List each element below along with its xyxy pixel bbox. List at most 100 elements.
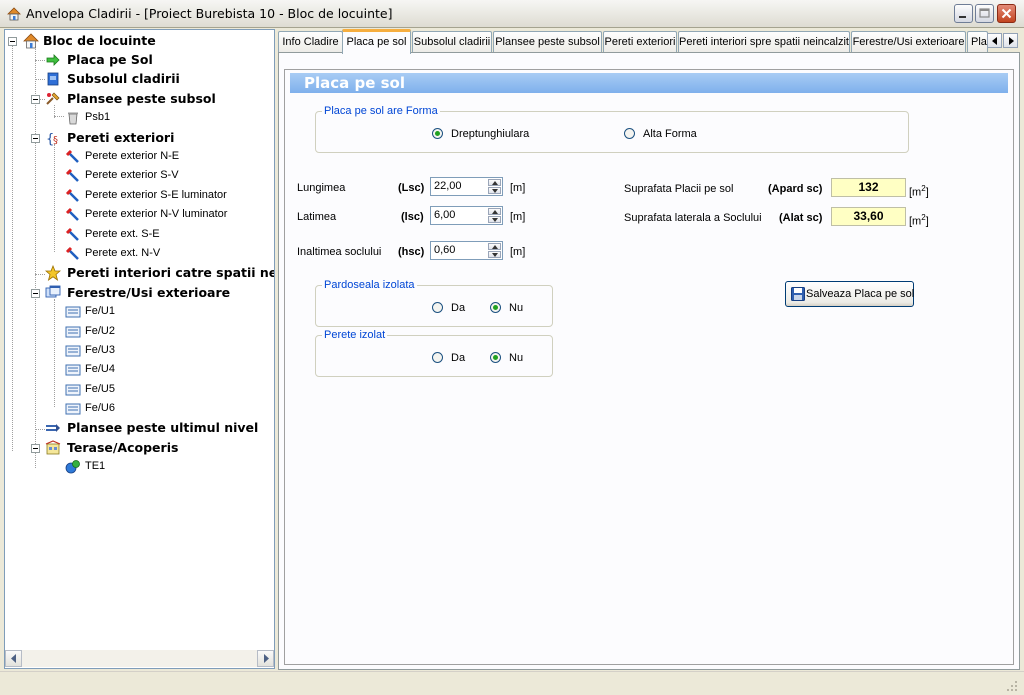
chevron-right-icon (264, 654, 269, 663)
lungime-unit: [m] (510, 182, 526, 194)
tab-pereti-exteriori[interactable]: Pereti exteriori (603, 31, 677, 53)
svg-text:§: § (53, 135, 58, 146)
floppy-disk-icon (791, 287, 805, 301)
pardoseala-group: Pardoseala izolata Da Nu (315, 278, 553, 327)
window-pane-icon (65, 364, 81, 376)
collapse-toggle[interactable] (8, 37, 17, 46)
chevron-up-icon (492, 210, 498, 214)
latime-symbol: (lsc) (401, 211, 424, 223)
window-pane-icon (65, 306, 81, 318)
window-icon (45, 285, 61, 298)
tree-horizontal-scrollbar[interactable] (5, 650, 274, 667)
maximize-button[interactable] (975, 4, 994, 23)
lungime-input[interactable]: 22,00 (430, 177, 503, 196)
chevron-left-icon (992, 37, 997, 45)
tab-ferestre-usi[interactable]: Ferestre/Usi exterioare (851, 31, 966, 53)
spin-down-button[interactable] (488, 251, 501, 258)
tab-plansee-peste-subsol[interactable]: Plansee peste subsol (493, 31, 602, 53)
window-pane-icon (65, 326, 81, 338)
suprafata-value: 132 (831, 178, 906, 197)
roof-floor-icon (46, 424, 60, 432)
perete-izolat-group-title: Perete izolat (322, 328, 388, 342)
tab-partial[interactable]: Pla (967, 31, 988, 53)
inaltime-input[interactable]: 0,60 (430, 241, 503, 260)
scroll-right-button[interactable] (257, 650, 274, 667)
radio-circle-selected[interactable] (490, 352, 501, 363)
wall-tool-icon (65, 246, 79, 260)
tab-pereti-interiori[interactable]: Pereti interiori spre spatii neincalzite (678, 31, 850, 53)
latime-label: Latimea (297, 211, 337, 223)
house-icon (7, 7, 21, 21)
suprafata-label: Suprafata Placii pe sol (624, 183, 734, 195)
collapse-toggle[interactable] (31, 134, 40, 143)
chevron-right-icon (1009, 37, 1014, 45)
tab-placa-pe-sol[interactable]: Placa pe sol (342, 29, 411, 54)
lungime-label: Lungimea (297, 182, 346, 194)
spin-down-button[interactable] (488, 216, 501, 223)
wall-tool-icon (65, 188, 79, 202)
chevron-up-icon (492, 245, 498, 249)
tab-info-cladire[interactable]: Info Cladire (278, 31, 343, 53)
spin-up-button[interactable] (488, 208, 501, 215)
spin-up-button[interactable] (488, 243, 501, 250)
sup-laterala-symbol: (Alat sc) (779, 212, 823, 224)
tab-strip: Info Cladire Placa pe sol Subsolul cladi… (278, 29, 1020, 54)
window-pane-icon (65, 345, 81, 357)
inaltime-unit: [m] (510, 246, 526, 258)
suprafata-unit: [m2] (909, 184, 929, 199)
terrace-icon (45, 440, 61, 455)
chevron-down-icon (492, 253, 498, 257)
radio-circle[interactable] (432, 302, 443, 313)
chevron-down-icon (492, 218, 498, 222)
spin-up-button[interactable] (488, 179, 501, 186)
inaltime-label: Inaltimea soclului (297, 246, 382, 258)
pardoseala-group-title: Pardoseala izolata (322, 278, 417, 292)
collapse-toggle[interactable] (31, 289, 40, 298)
arrow-right-icon (46, 54, 60, 66)
latime-unit: [m] (510, 211, 526, 223)
wall-tool-icon (65, 227, 79, 241)
title-bar: Anvelopa Cladirii - [Proiect Burebista 1… (0, 0, 1024, 28)
placa-form: Placa pe sol Placa pe sol are Forma Drep… (284, 69, 1014, 665)
window-title: Anvelopa Cladirii - [Proiect Burebista 1… (26, 6, 393, 21)
wall-bracket-icon: {§ (46, 132, 58, 146)
tab-scroll-right-button[interactable] (1003, 33, 1018, 48)
suprafata-symbol: (Apard sc) (768, 183, 823, 195)
inaltime-symbol: (hsc) (398, 246, 425, 258)
minimize-button[interactable] (954, 4, 973, 23)
radio-circle-selected[interactable] (490, 302, 501, 313)
star-icon (45, 265, 61, 281)
radio-circle-selected[interactable] (432, 128, 443, 139)
status-bar (0, 671, 1024, 695)
radio-circle[interactable] (624, 128, 635, 139)
forma-group-title: Placa pe sol are Forma (322, 104, 440, 118)
chevron-left-icon (11, 654, 16, 663)
collapse-toggle[interactable] (31, 444, 40, 453)
save-placa-button[interactable]: Salveaza Placa pe sol (785, 281, 914, 307)
section-banner: Placa pe sol (290, 73, 1008, 93)
wall-tool-icon (65, 149, 79, 163)
lungime-symbol: (Lsc) (398, 182, 425, 194)
tab-scroll-left-button[interactable] (987, 33, 1002, 48)
sup-laterala-label: Suprafata laterala a Soclului (624, 212, 762, 224)
tab-content-panel: Placa pe sol Placa pe sol are Forma Drep… (278, 52, 1020, 670)
globe-users-icon (65, 460, 80, 474)
trash-can-icon (68, 112, 78, 125)
perete-izolat-group: Perete izolat Da Nu (315, 328, 553, 377)
close-button[interactable] (997, 4, 1016, 23)
basement-icon (47, 72, 59, 86)
chevron-down-icon (492, 189, 498, 193)
chevron-up-icon (492, 181, 498, 185)
resize-grip-icon[interactable] (1004, 678, 1018, 692)
scroll-left-button[interactable] (5, 650, 22, 667)
close-icon (1001, 8, 1012, 19)
forma-group: Placa pe sol are Forma Dreptunghiulara A… (315, 104, 909, 153)
tab-subsolul-cladirii[interactable]: Subsolul cladirii (412, 31, 492, 53)
radio-circle[interactable] (432, 352, 443, 363)
latime-input[interactable]: 6,00 (430, 206, 503, 225)
project-tree[interactable]: Bloc de locuinte Placa pe Sol Subsolul c… (4, 29, 275, 669)
spin-down-button[interactable] (488, 187, 501, 194)
wall-tool-icon (65, 168, 79, 182)
floor-tools-icon (46, 92, 60, 105)
collapse-toggle[interactable] (31, 95, 40, 104)
